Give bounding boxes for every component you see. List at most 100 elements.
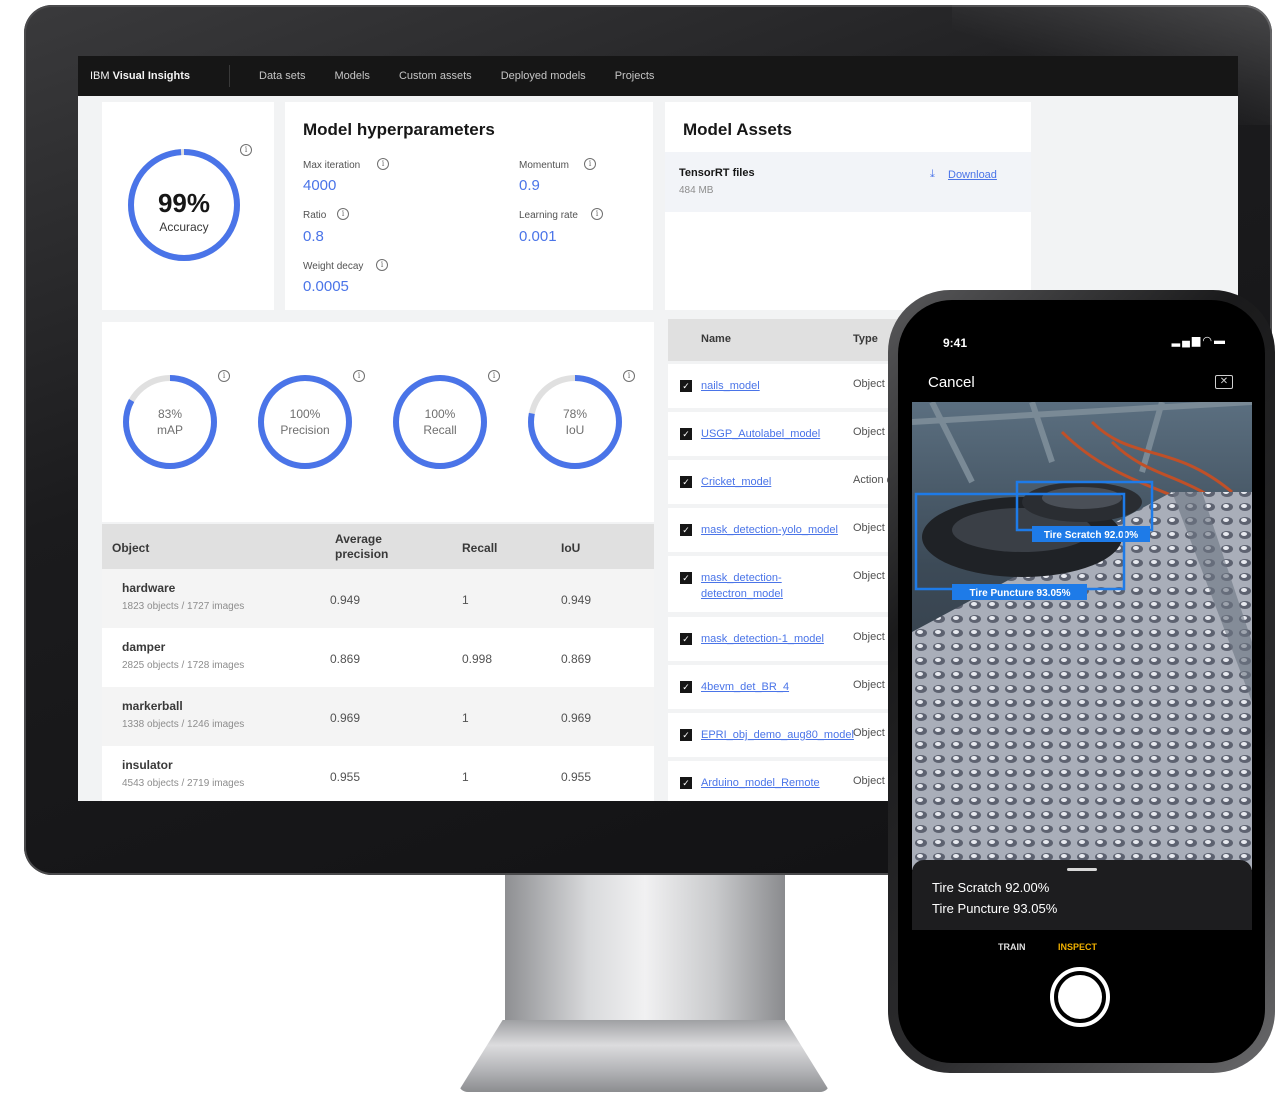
checkbox-checked-icon[interactable]: ✓ xyxy=(680,729,692,741)
metric-value: 83% xyxy=(157,407,183,421)
model-name-link[interactable]: EPRI_obj_demo_aug80_model xyxy=(701,727,854,743)
hyperparameters-card: Model hyperparameters Max iteration i 40… xyxy=(285,102,653,310)
monitor-stand-neck xyxy=(505,875,785,1025)
model-name-link[interactable]: Cricket_model xyxy=(701,474,846,490)
object-counts: 2825 objects / 1728 images xyxy=(122,660,245,671)
metric-name: mAP xyxy=(156,423,183,437)
metric-name: Precision xyxy=(280,423,330,437)
asset-file-name: TensorRT files xyxy=(679,167,755,179)
camera-image: Tire Scratch 92.00% Tire Puncture 93.05% xyxy=(912,402,1252,870)
checkbox-checked-icon[interactable]: ✓ xyxy=(680,777,692,789)
download-icon[interactable]: ⤓ xyxy=(930,168,935,181)
object-counts: 1823 objects / 1727 images xyxy=(122,601,245,612)
model-name-link[interactable]: 4bevm_det_BR_4 xyxy=(701,679,846,695)
mode-train-tab[interactable]: TRAIN xyxy=(998,942,1026,952)
nav-item-custom-assets[interactable]: Custom assets xyxy=(399,70,472,82)
detections-sheet[interactable]: Tire Scratch 92.00% Tire Puncture 93.05% xyxy=(912,860,1252,930)
info-icon[interactable]: i xyxy=(584,158,596,170)
momentum-label: Momentum xyxy=(519,160,570,171)
max-iteration-value: 4000 xyxy=(303,177,337,194)
checkbox-checked-icon[interactable]: ✓ xyxy=(680,524,692,536)
nav-item-data-sets[interactable]: Data sets xyxy=(259,70,305,82)
metric-donut-label: 83% mAP xyxy=(120,406,220,438)
camera-view: Tire Scratch 92.00% Tire Puncture 93.05% xyxy=(912,402,1252,870)
shutter-button[interactable] xyxy=(1050,967,1110,1027)
col-average-precision: Average precision xyxy=(335,532,389,561)
detection-label-puncture: Tire Puncture 93.05% xyxy=(970,588,1071,599)
cancel-button[interactable]: Cancel xyxy=(928,374,975,391)
model-name-link[interactable]: mask_detection-yolo_model xyxy=(701,522,846,538)
metric-value: 100% xyxy=(289,407,321,421)
object-counts: 4543 objects / 2719 images xyxy=(122,778,245,789)
info-icon[interactable]: i xyxy=(376,259,388,271)
brand-logo[interactable]: IBM Visual Insights xyxy=(78,65,230,87)
model-name-link[interactable]: Arduino_model_Remote xyxy=(701,775,846,791)
info-icon[interactable]: i xyxy=(591,208,603,220)
info-icon[interactable]: i xyxy=(240,144,252,156)
download-link[interactable]: Download xyxy=(948,169,997,181)
model-assets-title: Model Assets xyxy=(683,120,792,139)
metric-donut-iou: 78% IoU i xyxy=(525,370,635,472)
checkbox-checked-icon[interactable]: ✓ xyxy=(680,380,692,392)
tire-2-hub xyxy=(1042,487,1122,509)
weight-decay-value: 0.0005 xyxy=(303,278,349,295)
model-name-link[interactable]: mask_detection-detectron_model xyxy=(701,570,846,602)
checkbox-checked-icon[interactable]: ✓ xyxy=(680,681,692,693)
average-precision-cell: 0.955 xyxy=(330,770,361,784)
metric-value: 100% xyxy=(424,407,456,421)
info-icon[interactable]: i xyxy=(218,370,230,382)
learning-rate-value: 0.001 xyxy=(519,228,557,245)
model-assets-card: Model Assets TensorRT files 484 MB ⤓ Dow… xyxy=(665,102,1031,310)
ratio-label: Ratio xyxy=(303,210,327,221)
metric-donut-label: 78% IoU xyxy=(525,406,625,438)
model-name-link[interactable]: USGP_Autolabel_model xyxy=(701,426,846,442)
recall-cell: 1 xyxy=(462,593,469,607)
checkbox-checked-icon[interactable]: ✓ xyxy=(680,476,692,488)
checkbox-checked-icon[interactable]: ✓ xyxy=(680,572,692,584)
info-icon[interactable]: i xyxy=(377,158,389,170)
model-name-link[interactable]: mask_detection-1_model xyxy=(701,631,846,647)
accuracy-card: 99% Accuracy i xyxy=(102,102,274,310)
battery-icon: ▬ xyxy=(1214,335,1227,347)
signal-icon: ▂▄▆ xyxy=(1171,335,1203,347)
object-name: insulator xyxy=(122,758,173,772)
table-row[interactable]: insulator 4543 objects / 2719 images 0.955… xyxy=(102,746,654,801)
iou-cell: 0.949 xyxy=(561,593,592,607)
brand-prefix: IBM xyxy=(90,70,110,82)
info-icon[interactable]: i xyxy=(353,370,365,382)
col-recall: Recall xyxy=(462,541,498,555)
phone-device: 9:41 ▂▄▆◠▬ Cancel ✕ Tire Scratch 92.00% … xyxy=(888,290,1275,1073)
info-icon[interactable]: i xyxy=(623,370,635,382)
nav-item-deployed-models[interactable]: Deployed models xyxy=(501,70,586,82)
table-row[interactable]: markerball 1338 objects / 1246 images 0.96… xyxy=(102,687,654,746)
col-name: Name xyxy=(701,333,731,345)
top-navigation: IBM Visual Insights Data sets Models Cus… xyxy=(78,56,1238,96)
checkbox-checked-icon[interactable]: ✓ xyxy=(680,428,692,440)
nav-item-projects[interactable]: Projects xyxy=(615,70,655,82)
model-name-link[interactable]: nails_model xyxy=(701,378,846,394)
info-icon[interactable]: i xyxy=(488,370,500,382)
sheet-handle[interactable] xyxy=(1067,868,1097,871)
asset-file-size: 484 MB xyxy=(679,185,714,196)
phone-notch xyxy=(1018,300,1148,330)
info-icon[interactable]: i xyxy=(337,208,349,220)
metric-donut-label: 100% Recall xyxy=(390,406,490,438)
checkbox-checked-icon[interactable]: ✓ xyxy=(680,633,692,645)
brand-name: Visual Insights xyxy=(112,70,190,82)
camera-toggle-icon[interactable]: ✕ xyxy=(1215,375,1233,389)
average-precision-cell: 0.949 xyxy=(330,593,361,607)
detection-result: Tire Puncture 93.05% xyxy=(932,901,1058,916)
status-time: 9:41 xyxy=(943,336,968,350)
accuracy-label: Accuracy xyxy=(159,220,209,234)
asset-file-row: TensorRT files 484 MB ⤓ Download xyxy=(665,152,1031,212)
nav-item-models[interactable]: Models xyxy=(334,70,369,82)
hyperparameters-title: Model hyperparameters xyxy=(303,120,495,139)
col-type: Type xyxy=(853,333,878,345)
table-row[interactable]: hardware 1823 objects / 1727 images 0.949 1… xyxy=(102,569,654,628)
model-type: Action d xyxy=(853,474,893,486)
table-row[interactable]: damper 2825 objects / 1728 images 0.869 0.9… xyxy=(102,628,654,687)
object-name: damper xyxy=(122,640,166,654)
mode-inspect-tab[interactable]: INSPECT xyxy=(1058,942,1097,952)
average-precision-cell: 0.969 xyxy=(330,711,361,725)
average-precision-cell: 0.869 xyxy=(330,652,361,666)
